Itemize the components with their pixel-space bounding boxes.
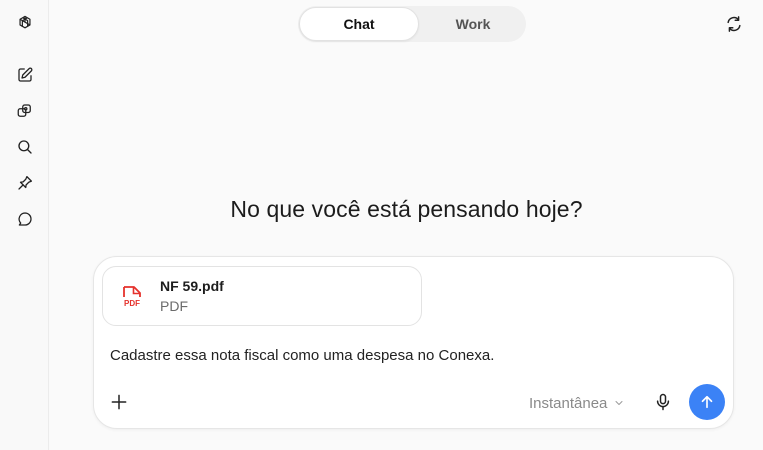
main-area: Chat Work No que você está pensando hoje… xyxy=(50,0,763,450)
attachment-file-name: NF 59.pdf xyxy=(160,278,224,294)
attachment-file-type: PDF xyxy=(160,298,188,314)
arrow-up-icon xyxy=(701,395,713,409)
compose-icon[interactable] xyxy=(12,62,38,88)
sidebar xyxy=(0,0,49,450)
chevron-down-icon xyxy=(615,401,623,405)
tab-work-label: Work xyxy=(455,16,491,32)
refresh-loop-icon[interactable] xyxy=(723,13,745,35)
attachment-card[interactable]: PDF NF 59.pdf PDF xyxy=(102,266,422,326)
microphone-button[interactable] xyxy=(652,390,674,414)
composer: PDF NF 59.pdf PDF Cadastre essa nota fis… xyxy=(93,256,734,429)
tab-work[interactable]: Work xyxy=(420,6,526,42)
microphone-icon xyxy=(656,393,670,411)
pin-icon[interactable] xyxy=(12,170,38,196)
chat-bubble-icon[interactable] xyxy=(12,206,38,232)
tab-chat[interactable]: Chat xyxy=(299,7,419,41)
model-selector-label: Instantânea xyxy=(529,394,608,412)
prompt-input[interactable]: Cadastre essa nota fiscal como uma despe… xyxy=(110,347,494,364)
app-window: Chat Work No que você está pensando hoje… xyxy=(0,0,763,450)
search-icon[interactable] xyxy=(12,134,38,160)
send-button[interactable] xyxy=(689,384,725,420)
tab-chat-label: Chat xyxy=(343,16,375,32)
pdf-icon-label: PDF xyxy=(124,299,140,308)
library-icon[interactable] xyxy=(12,98,38,124)
page-title: No que você está pensando hoje? xyxy=(230,196,583,222)
openai-logo-icon[interactable] xyxy=(12,10,38,36)
mode-toggle: Chat Work xyxy=(298,6,526,42)
model-selector[interactable]: Instantânea xyxy=(529,392,625,414)
pdf-file-icon: PDF xyxy=(123,286,141,308)
plus-icon xyxy=(111,394,127,410)
add-attachment-button[interactable] xyxy=(108,391,130,413)
